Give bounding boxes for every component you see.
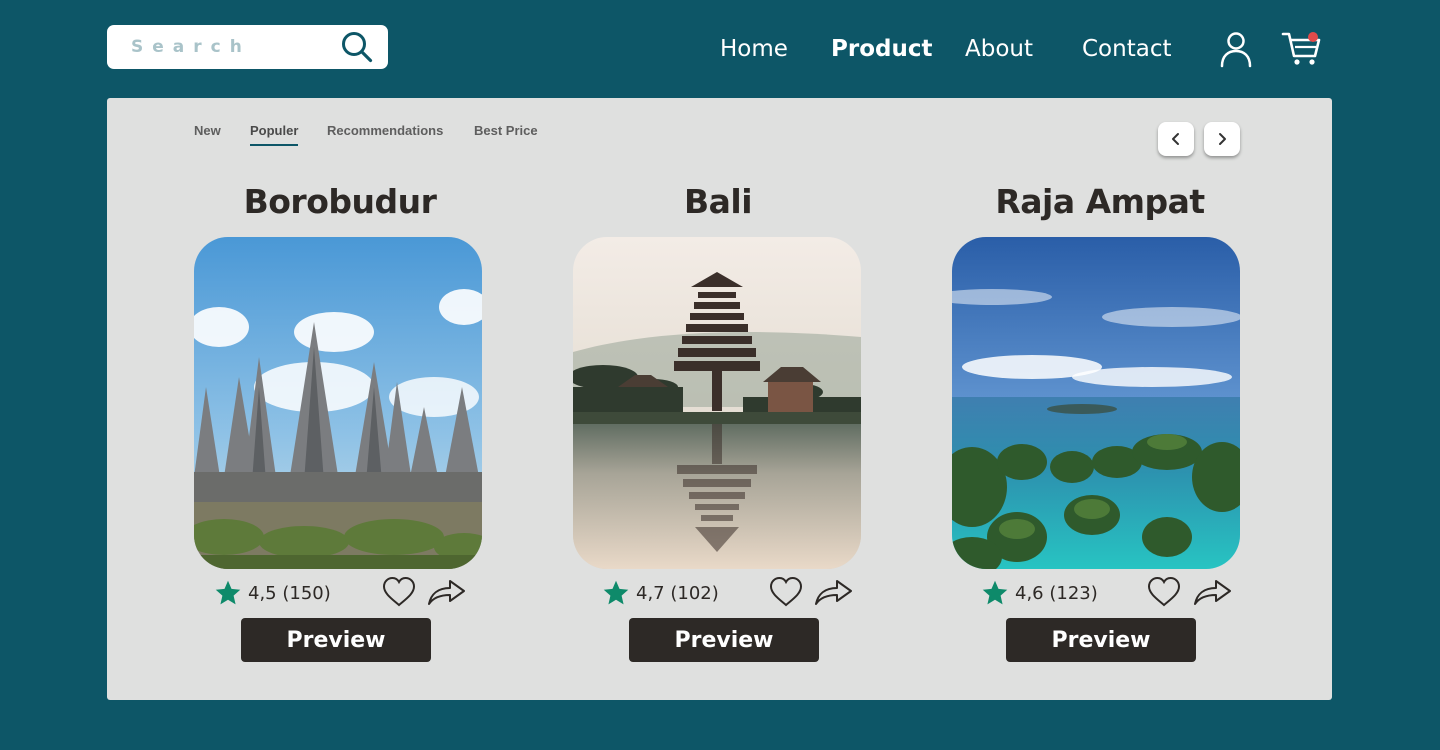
nav-product[interactable]: Product: [831, 30, 932, 68]
heart-icon[interactable]: [769, 576, 803, 608]
share-icon[interactable]: [427, 576, 467, 608]
star-icon: [982, 580, 1008, 605]
card-title: Raja Ampat: [995, 182, 1205, 221]
card-title: Borobudur: [243, 182, 437, 221]
tab-new[interactable]: New: [194, 123, 221, 138]
tab-populer[interactable]: Populer: [250, 123, 299, 146]
rating: 4,5 (150): [214, 578, 331, 608]
preview-button[interactable]: Preview: [1006, 618, 1196, 662]
share-icon[interactable]: [1193, 576, 1233, 608]
heart-icon[interactable]: [1147, 576, 1181, 608]
destination-card-bali: Bali 4,7 (102) Preview: [528, 178, 908, 678]
search-input[interactable]: [107, 25, 327, 69]
user-icon[interactable]: [1219, 30, 1253, 68]
tab-best-price[interactable]: Best Price: [474, 123, 538, 138]
carousel-next-button[interactable]: [1204, 122, 1240, 156]
chevron-left-icon: [1172, 133, 1179, 145]
destination-photo-borobudur[interactable]: [194, 237, 482, 569]
rating-text: 4,5 (150): [248, 582, 331, 604]
product-panel: New Populer Recommendations Best Price B…: [107, 98, 1332, 700]
heart-icon[interactable]: [382, 576, 416, 608]
star-icon: [215, 580, 241, 605]
cart-icon[interactable]: [1281, 28, 1323, 68]
destination-card-raja-ampat: Raja Ampat 4,6 (123) Preview: [910, 178, 1290, 678]
nav-home[interactable]: Home: [720, 30, 788, 68]
cart-badge: [1308, 32, 1318, 42]
destination-photo-bali[interactable]: [573, 237, 861, 569]
tab-recommendations[interactable]: Recommendations: [327, 123, 443, 138]
star-icon: [603, 580, 629, 605]
destination-card-borobudur: Borobudur 4,5 (150) Preview: [150, 178, 530, 678]
carousel-prev-button[interactable]: [1158, 122, 1194, 156]
rating-text: 4,6 (123): [1015, 582, 1098, 604]
share-icon[interactable]: [814, 576, 854, 608]
rating-text: 4,7 (102): [636, 582, 719, 604]
nav-contact[interactable]: Contact: [1082, 30, 1171, 68]
preview-button[interactable]: Preview: [629, 618, 819, 662]
destination-photo-raja-ampat[interactable]: [952, 237, 1240, 569]
rating: 4,7 (102): [602, 578, 719, 608]
search-icon[interactable]: [341, 31, 373, 63]
chevron-right-icon: [1219, 133, 1226, 145]
rating: 4,6 (123): [981, 578, 1098, 608]
preview-button[interactable]: Preview: [241, 618, 431, 662]
nav-about[interactable]: About: [965, 30, 1033, 68]
search-bar[interactable]: [107, 25, 388, 69]
card-title: Bali: [683, 182, 753, 221]
